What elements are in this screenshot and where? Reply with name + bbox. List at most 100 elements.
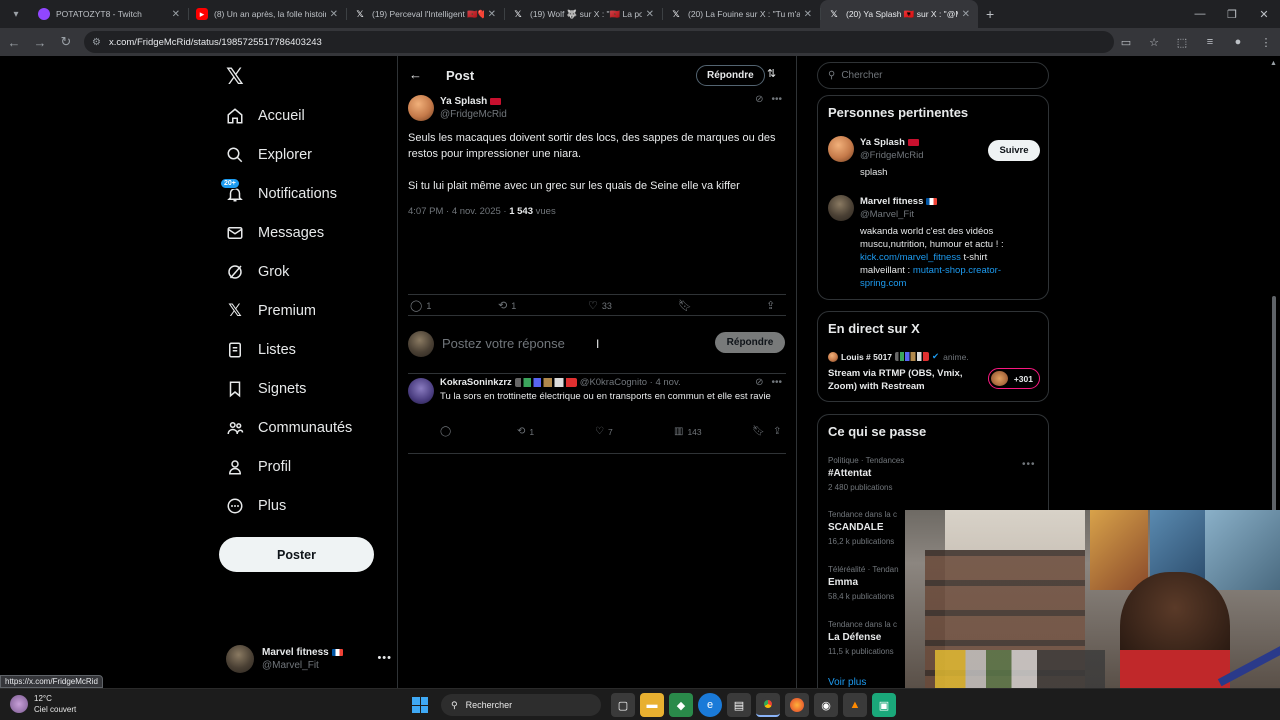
chrome-icon[interactable]	[756, 693, 780, 717]
cast-icon[interactable]: ▭	[1112, 36, 1140, 49]
like-action[interactable]: ♡ 7	[595, 426, 613, 437]
post-button[interactable]: Poster	[219, 537, 374, 572]
avatar[interactable]	[408, 378, 434, 404]
weather-widget[interactable]: 12°C Ciel couvert	[10, 693, 76, 715]
stream-title[interactable]: Stream via RTMP (OBS, Vmix, Zoom) with R…	[828, 367, 978, 393]
obs-icon[interactable]: ◉	[814, 693, 838, 717]
tweet-timestamp[interactable]: 4:07 PM · 4 nov. 2025 ·	[408, 206, 509, 217]
trend-item[interactable]: Politique · Tendances #Attentat 2 480 pu…	[828, 454, 904, 494]
reply-action[interactable]: ◯	[440, 426, 451, 437]
close-tab-icon[interactable]: ✕	[330, 9, 338, 20]
browser-tab-active[interactable]: 𝕏 (20) Ya Splash 🇦🇱 sur X : "@Mar ✕	[820, 0, 978, 28]
bookmark-action[interactable]: 🔖︎	[678, 299, 692, 312]
nav-premium[interactable]: 𝕏 Premium	[226, 296, 316, 326]
like-action[interactable]: ♡ 33	[588, 299, 612, 312]
new-tab-icon[interactable]: +	[986, 6, 994, 22]
submit-reply-button[interactable]: Répondre	[715, 332, 785, 353]
minimize-icon[interactable]: —	[1184, 0, 1216, 28]
more-options-icon[interactable]: •••	[771, 94, 782, 105]
nav-bookmarks[interactable]: Signets	[226, 374, 306, 404]
browser-tab[interactable]: 𝕏 (20) La Fouine sur X : "Tu m'as ✕	[662, 0, 820, 28]
avatar[interactable]	[408, 95, 434, 121]
back-icon[interactable]: ←	[2, 30, 26, 54]
listener-count[interactable]: +301	[988, 368, 1040, 389]
profile-icon[interactable]: ●	[1224, 36, 1252, 48]
follow-button[interactable]: Suivre	[988, 140, 1040, 161]
close-tab-icon[interactable]: ✕	[962, 9, 970, 20]
reply-tweet[interactable]: KokraSoninkzrz @K0kraCognito · 4 nov. ⊘ •…	[408, 376, 786, 454]
nav-explore[interactable]: Explorer	[226, 140, 312, 170]
vlc-icon[interactable]: ▲	[843, 693, 867, 717]
firefox-icon[interactable]	[785, 693, 809, 717]
nav-more[interactable]: Plus	[226, 491, 286, 521]
user-name[interactable]: Marvel fitness	[860, 196, 923, 207]
trend-item[interactable]: Tendance dans la c La Défense 11,5 k pub…	[828, 618, 897, 658]
close-tab-icon[interactable]: ✕	[646, 9, 654, 20]
browser-menu-icon[interactable]: ⋮	[1252, 36, 1280, 49]
x-logo-icon[interactable]: 𝕏	[226, 64, 244, 90]
tab-search-button[interactable]: ▾	[4, 4, 28, 24]
close-window-icon[interactable]: ✕	[1248, 0, 1280, 28]
reply-input[interactable]: Postez votre réponse	[442, 336, 565, 351]
windows-start-icon[interactable]	[408, 693, 432, 717]
close-tab-icon[interactable]: ✕	[804, 9, 812, 20]
repost-action[interactable]: ⟲ 1	[498, 299, 516, 312]
grok-icon[interactable]: ⊘	[755, 94, 763, 105]
more-options-icon[interactable]: •••	[771, 377, 782, 388]
reply-date[interactable]: · 4 nov.	[650, 377, 681, 388]
author-handle[interactable]: @K0kraCognito	[580, 377, 647, 388]
share-action[interactable]: ⇪	[773, 426, 781, 437]
filter-icon[interactable]: ⇅	[767, 67, 776, 80]
nav-messages[interactable]: Messages	[226, 218, 324, 248]
author-handle[interactable]: @FridgeMcRid	[440, 108, 507, 121]
trend-item[interactable]: Tendance dans la c SCANDALE 16,2 k publi…	[828, 508, 897, 548]
close-tab-icon[interactable]: ✕	[172, 9, 180, 20]
nav-grok[interactable]: Grok	[226, 257, 289, 287]
scroll-up-icon[interactable]: ▲	[1270, 60, 1277, 67]
reload-icon[interactable]: ↻	[54, 30, 78, 54]
back-arrow-icon[interactable]: ←	[409, 67, 422, 82]
avatar[interactable]	[828, 195, 854, 221]
nav-communities[interactable]: Communautés	[226, 413, 352, 443]
relevant-user[interactable]: Marvel fitness @Marvel_Fit wakanda world…	[828, 195, 1020, 290]
store-icon[interactable]: ▤	[727, 693, 751, 717]
nvidia-icon[interactable]: ◆	[669, 693, 693, 717]
task-view-icon[interactable]: ▢	[611, 693, 635, 717]
nav-lists[interactable]: Listes	[226, 335, 296, 365]
extensions-icon[interactable]: ⬚	[1168, 36, 1196, 49]
edge-icon[interactable]: e	[698, 693, 722, 717]
taskbar-search[interactable]: ⚲ Rechercher	[441, 694, 601, 716]
file-explorer-icon[interactable]: ▬	[640, 693, 664, 717]
browser-tab[interactable]: ▸ (8) Un an après, la folle histoire ✕	[188, 0, 346, 28]
trend-item[interactable]: Téléréalité · Tendan Emma 58,4 k publica…	[828, 563, 899, 603]
views-action[interactable]: ▥ 143	[674, 426, 702, 437]
reply-button[interactable]: Répondre	[696, 65, 765, 86]
nav-profile[interactable]: Profil	[226, 452, 291, 482]
browser-tab[interactable]: POTATOZYT8 - Twitch ✕	[30, 0, 188, 28]
maximize-icon[interactable]: ❐	[1216, 0, 1248, 28]
nav-home[interactable]: Accueil	[226, 101, 305, 131]
close-tab-icon[interactable]: ✕	[488, 9, 496, 20]
share-action[interactable]: ⇪	[766, 299, 775, 312]
more-options-icon[interactable]: •••	[377, 652, 392, 664]
see-more-link[interactable]: Voir plus	[828, 677, 866, 688]
avatar[interactable]	[828, 136, 854, 162]
user-handle[interactable]: @Marvel_Fit	[860, 208, 1020, 221]
site-info-icon[interactable]: ⚙	[92, 37, 101, 48]
nav-notifications[interactable]: 20+ Notifications	[220, 178, 337, 209]
author-name[interactable]: Ya Splash	[440, 96, 487, 107]
address-bar[interactable]: ⚙ x.com/FridgeMcRid/status/1985725517786…	[84, 31, 1114, 53]
repost-action[interactable]: ⟲ 1	[517, 426, 534, 437]
more-options-icon[interactable]: •••	[1022, 459, 1036, 470]
bookmark-action[interactable]: 🔖︎	[752, 426, 765, 437]
bookmark-star-icon[interactable]: ☆	[1140, 36, 1168, 49]
browser-tab[interactable]: 𝕏 (19) Perceval l'Intelligent 🇲🇦❤️ ✕	[346, 0, 504, 28]
reply-action[interactable]: ◯ 1	[410, 299, 431, 312]
search-input[interactable]: ⚲ Chercher	[817, 62, 1049, 89]
author-name[interactable]: KokraSoninkzrz	[440, 377, 512, 388]
grok-icon[interactable]: ⊘	[755, 377, 763, 388]
user-name[interactable]: Ya Splash	[860, 137, 905, 148]
bio-link[interactable]: kick.com/marvel_fitness	[860, 252, 961, 263]
media-icon[interactable]: ≡	[1196, 36, 1224, 48]
account-switcher[interactable]: Marvel fitness @Marvel_Fit •••	[226, 642, 396, 676]
